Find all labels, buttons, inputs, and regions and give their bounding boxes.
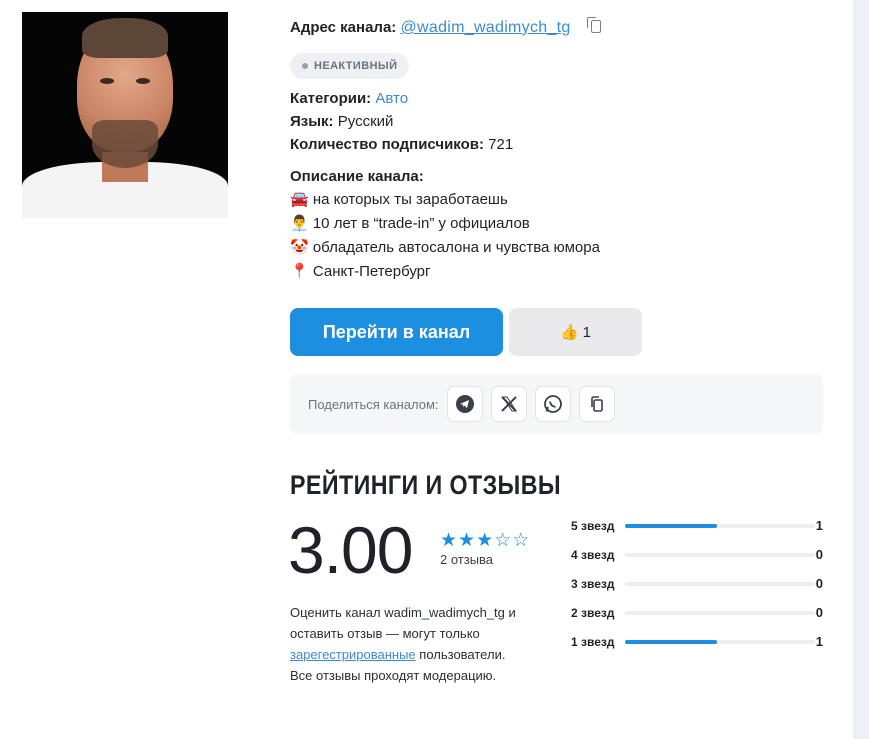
thumbs-up-icon: 👍 bbox=[559, 324, 579, 341]
rating-bar-label: 4 звезд bbox=[571, 547, 615, 562]
rating-bar-count: 1 bbox=[815, 518, 823, 533]
language-value: Русский bbox=[337, 113, 394, 130]
language-label: Язык: bbox=[290, 113, 334, 130]
rating-bar-count: 0 bbox=[815, 605, 823, 620]
channel-info: Адрес канала: @wadim_wadimych_tg НЕАКТИВ… bbox=[290, 16, 830, 284]
avatar-hair bbox=[82, 18, 168, 58]
subscribers-label: Количество подписчиков: bbox=[290, 136, 484, 153]
star-filled-icon: ★ bbox=[476, 530, 495, 551]
rating-bar-row: 3 звезд 0 bbox=[571, 569, 823, 598]
avatar-eye-right bbox=[136, 78, 150, 84]
go-to-channel-button[interactable]: Перейти в канал bbox=[290, 308, 503, 356]
rating-bar-track bbox=[625, 639, 815, 644]
rating-stars: ★★★☆☆ 2 отзыва bbox=[440, 530, 531, 567]
rating-bar-label: 1 звезд bbox=[571, 634, 615, 649]
rating-bar-row: 5 звезд 1 bbox=[571, 511, 823, 540]
rating-bar-count: 0 bbox=[815, 576, 823, 591]
page-side-strip bbox=[853, 0, 869, 739]
channel-details: Категории: Авто Язык: Русский Количество… bbox=[290, 87, 830, 156]
status-dot-icon bbox=[302, 63, 308, 69]
description-line: 🤡 обладатель автосалона и чувства юмора bbox=[290, 239, 600, 256]
rating-bar-label: 3 звезд bbox=[571, 576, 615, 591]
star-empty-icon: ☆ bbox=[494, 530, 513, 551]
address-label: Адрес канала: bbox=[290, 19, 397, 36]
rating-score: 3.00 bbox=[288, 513, 413, 587]
address-link[interactable]: @wadim_wadimych_tg bbox=[400, 19, 570, 36]
copy-icon bbox=[590, 396, 603, 412]
description-title: Описание канала: bbox=[290, 168, 424, 185]
share-x-button[interactable] bbox=[490, 386, 527, 422]
rating-bar-row: 1 звезд 1 bbox=[571, 627, 823, 656]
rating-bar-label: 2 звезд bbox=[571, 605, 615, 620]
share-copy-button[interactable] bbox=[578, 386, 615, 422]
rating-distribution: 5 звезд 1 4 звезд 0 3 звезд 0 2 звезд 0 1 звезд 1 bbox=[571, 511, 823, 656]
rating-bar-label: 5 звезд bbox=[571, 518, 615, 533]
share-label: Поделиться каналом: bbox=[308, 396, 439, 412]
action-buttons: Перейти в канал 👍 1 bbox=[290, 308, 642, 356]
share-whatsapp-button[interactable] bbox=[534, 386, 571, 422]
star-filled-icon: ★ bbox=[440, 530, 459, 551]
avatar-eye-left bbox=[100, 78, 114, 84]
address-row: Адрес канала: @wadim_wadimych_tg bbox=[290, 16, 830, 39]
rating-bar-fill bbox=[625, 523, 717, 528]
whatsapp-icon bbox=[543, 395, 562, 413]
rating-bar-track bbox=[625, 552, 815, 557]
subscribers-row: Количество подписчиков: 721 bbox=[290, 133, 830, 156]
telegram-icon bbox=[455, 395, 474, 413]
rating-bar-track bbox=[625, 610, 815, 615]
stars-row: ★★★☆☆ bbox=[440, 530, 531, 551]
description-line: 📍 Санкт-Петербург bbox=[290, 263, 431, 280]
rating-bar-row: 2 звезд 0 bbox=[571, 598, 823, 627]
copy-address-icon[interactable] bbox=[586, 17, 601, 33]
subscribers-value: 721 bbox=[488, 136, 514, 153]
category-label: Категории: bbox=[290, 90, 372, 107]
category-row: Категории: Авто bbox=[290, 87, 830, 110]
rating-bar-fill bbox=[625, 639, 717, 644]
channel-avatar bbox=[22, 12, 228, 218]
description-line: 🚘 на которых ты заработаешь bbox=[290, 191, 508, 208]
avatar-beard bbox=[92, 120, 158, 168]
status-badge: НЕАКТИВНЫЙ bbox=[290, 53, 410, 79]
ratings-title: РЕЙТИНГИ И ОТЗЫВЫ bbox=[290, 470, 562, 500]
language-row: Язык: Русский bbox=[290, 110, 830, 133]
description-line: 👨‍💼 10 лет в “trade-in” у официалов bbox=[290, 215, 530, 232]
status-text: НЕАКТИВНЫЙ bbox=[314, 60, 398, 72]
share-panel: Поделиться каналом: bbox=[290, 374, 823, 434]
category-link[interactable]: Авто bbox=[375, 90, 408, 107]
x-icon bbox=[500, 396, 517, 412]
rating-bar-count: 0 bbox=[815, 547, 823, 562]
share-telegram-button[interactable] bbox=[446, 386, 483, 422]
description-body: 🚘 на которых ты заработаешь 👨‍💼 10 лет в… bbox=[290, 188, 830, 284]
star-empty-icon: ☆ bbox=[512, 530, 531, 551]
rating-bar-count: 1 bbox=[815, 634, 823, 649]
rating-note: Оценить канал wadim_wadimych_tg и остави… bbox=[290, 602, 520, 686]
rating-bar-track bbox=[625, 523, 815, 528]
register-link[interactable]: зарегестрированные bbox=[290, 647, 416, 662]
rating-bar-track bbox=[625, 581, 815, 586]
reviews-count: 2 отзыва bbox=[440, 552, 494, 567]
like-count: 1 bbox=[582, 323, 592, 341]
like-button[interactable]: 👍 1 bbox=[509, 308, 642, 356]
rating-bar-row: 4 звезд 0 bbox=[571, 540, 823, 569]
star-filled-icon: ★ bbox=[458, 530, 477, 551]
rating-note-text: Оценить канал wadim_wadimych_tg и остави… bbox=[290, 605, 516, 641]
